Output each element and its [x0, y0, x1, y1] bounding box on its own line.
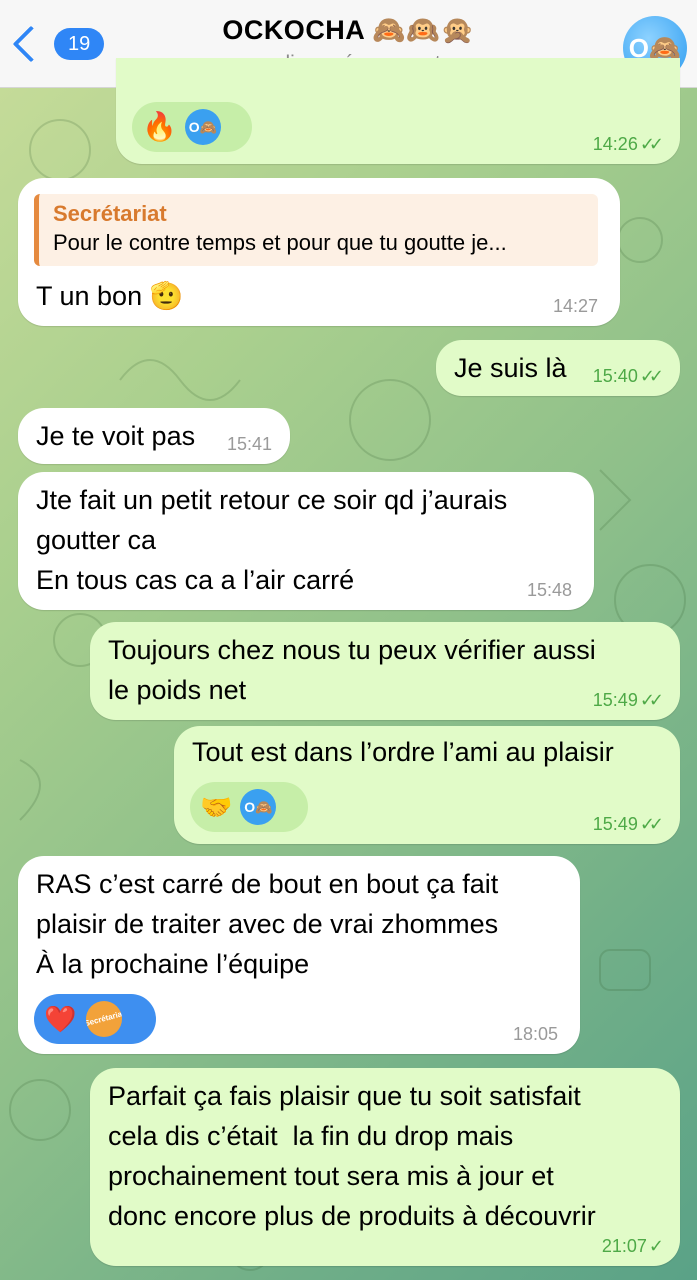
- message-time: 15:41: [226, 434, 272, 454]
- message-bubble[interactable]: Jte fait un petit retour ce soir qd j’au…: [18, 472, 594, 610]
- message-bubble[interactable]: Je suis là 15:40 ✓✓: [436, 340, 680, 396]
- reaction-pill[interactable]: 🤝 O🙈: [190, 782, 308, 832]
- message-bubble[interactable]: Toujours chez nous tu peux vérifier auss…: [90, 622, 680, 720]
- reply-text: Pour le contre temps et pour que tu gout…: [53, 230, 507, 255]
- message-text: Tout est dans l’ordre l’ami au plaisir: [192, 737, 614, 767]
- message-time: 18:05: [512, 1024, 558, 1044]
- message-time: 15:49 ✓✓: [592, 690, 664, 710]
- message-time: 14:27: [552, 296, 598, 316]
- read-check-icon: ✓: [648, 1236, 664, 1256]
- message-text: Je suis là: [454, 353, 567, 383]
- reaction-pill[interactable]: 🔥 O🙈: [132, 102, 252, 152]
- message-bubble[interactable]: RAS c’est carré de bout en bout ça fait …: [18, 856, 580, 1054]
- message-text: Jte fait un petit retour ce soir qd j’au…: [36, 485, 508, 595]
- message-text: Toujours chez nous tu peux vérifier auss…: [108, 635, 596, 705]
- message-time: 15:48: [526, 580, 572, 600]
- reactor-avatar-secretariat: Secrétariat: [86, 1001, 123, 1037]
- read-check-icon: ✓✓: [639, 366, 664, 386]
- message-time: 15:49 ✓✓: [592, 814, 664, 834]
- handshake-reaction-icon: 🤝: [200, 792, 233, 822]
- message-text: Je te voit pas: [36, 421, 196, 451]
- message-text: RAS c’est carré de bout en bout ça fait …: [36, 869, 499, 979]
- chat-title[interactable]: OCKOCHA 🙈🙉🙊: [0, 14, 697, 46]
- message-time: 15:40 ✓✓: [592, 366, 664, 386]
- message-bubble[interactable]: Secrétariat Pour le contre temps et pour…: [18, 178, 620, 326]
- reply-sender: Secrétariat: [53, 201, 167, 226]
- heart-reaction-icon: ❤️: [44, 1004, 77, 1034]
- read-check-icon: ✓✓: [639, 134, 664, 154]
- message-bubble[interactable]: 🔥 O🙈 14:26 ✓✓: [116, 58, 680, 164]
- message-bubble[interactable]: Je te voit pas 15:41: [18, 408, 290, 464]
- message-text: Parfait ça fais plaisir que tu soit sati…: [108, 1081, 596, 1231]
- reactor-avatar: O🙈: [240, 789, 277, 825]
- reactor-avatar: O🙈: [184, 109, 221, 145]
- message-bubble[interactable]: Tout est dans l’ordre l’ami au plaisir 🤝…: [174, 726, 680, 844]
- reply-quote[interactable]: Secrétariat Pour le contre temps et pour…: [34, 194, 598, 266]
- message-text: T un bon 🫡: [36, 281, 184, 311]
- message-time: 21:07 ✓: [601, 1236, 664, 1256]
- read-check-icon: ✓✓: [639, 690, 664, 710]
- fire-reaction-icon: 🔥: [142, 111, 177, 142]
- reaction-pill[interactable]: ❤️ Secrétariat: [34, 994, 156, 1044]
- message-bubble[interactable]: Parfait ça fais plaisir que tu soit sati…: [90, 1068, 680, 1266]
- message-time: 14:26 ✓✓: [592, 134, 664, 154]
- read-check-icon: ✓✓: [639, 814, 664, 834]
